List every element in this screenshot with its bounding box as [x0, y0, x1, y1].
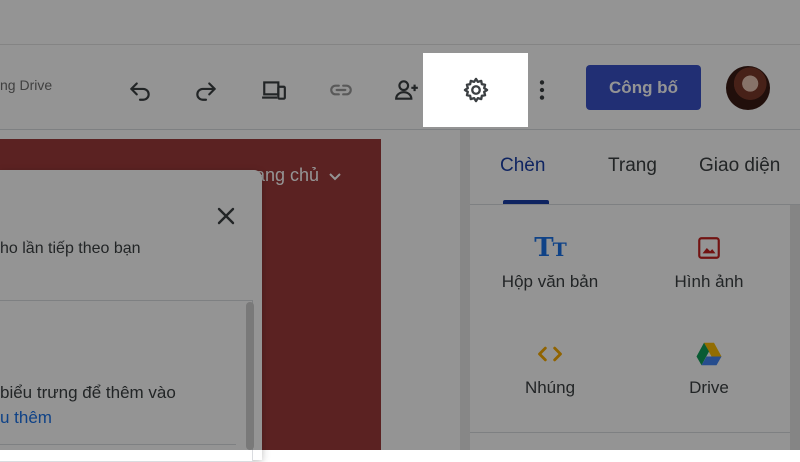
undo-button[interactable] [122, 72, 158, 108]
link-icon [330, 84, 352, 96]
tab-pages[interactable]: Trang [608, 155, 657, 177]
image-icon [639, 228, 779, 268]
learn-more-link[interactable]: u thêm [0, 408, 52, 428]
avatar[interactable] [726, 66, 770, 110]
close-button[interactable] [212, 202, 240, 230]
insert-drive-label: Drive [689, 378, 729, 397]
tab-insert[interactable]: Chèn [500, 155, 545, 177]
share-button[interactable] [389, 72, 425, 108]
site-nav-home[interactable]: ang chủ [255, 165, 343, 186]
redo-icon [196, 82, 216, 101]
more-vert-icon [539, 80, 545, 100]
publish-button[interactable]: Công bố [586, 65, 701, 110]
saved-status: ng Drive [0, 77, 53, 93]
dialog-scrollbar[interactable] [246, 302, 254, 450]
chevron-down-icon [329, 172, 341, 180]
more-options-button[interactable] [524, 72, 560, 108]
panel-section-divider [470, 432, 790, 433]
settings-gear-icon [463, 77, 488, 103]
preview-device-icon [262, 81, 286, 100]
tabs-divider [470, 204, 800, 205]
redo-button[interactable] [188, 72, 224, 108]
undo-icon [130, 82, 150, 101]
insert-drive[interactable]: Drive [639, 334, 779, 398]
panel-scrollbar[interactable] [790, 205, 800, 450]
preview-button[interactable] [256, 72, 292, 108]
site-nav-home-label: ang chủ [255, 165, 320, 185]
insert-image-label: Hình ảnh [674, 272, 744, 291]
settings-button[interactable] [423, 53, 528, 127]
share-add-person-icon [395, 80, 418, 100]
tab-themes[interactable]: Giao diện [699, 155, 780, 177]
dialog-message: ho lần tiếp theo bạn [0, 240, 141, 257]
dialog-card [0, 300, 253, 462]
embed-code-icon [480, 334, 620, 374]
close-icon [217, 207, 235, 225]
insert-link-button[interactable] [323, 72, 359, 108]
insert-image[interactable]: Hình ảnh [639, 228, 779, 292]
insert-embed[interactable]: Nhúng [480, 334, 620, 398]
insert-embed-label: Nhúng [524, 378, 576, 397]
insert-text-box-label: Hộp văn bản [501, 272, 599, 291]
dialog-card-text: biểu trưng để thêm vào [0, 383, 176, 402]
google-drive-icon [639, 334, 779, 374]
panel-divider [460, 130, 470, 450]
canvas-margin [381, 130, 460, 450]
text-box-icon: TT [534, 233, 567, 263]
top-strip [0, 0, 800, 45]
insert-text-box[interactable]: TT Hộp văn bản [480, 228, 620, 292]
dialog-input-edge [0, 444, 236, 453]
